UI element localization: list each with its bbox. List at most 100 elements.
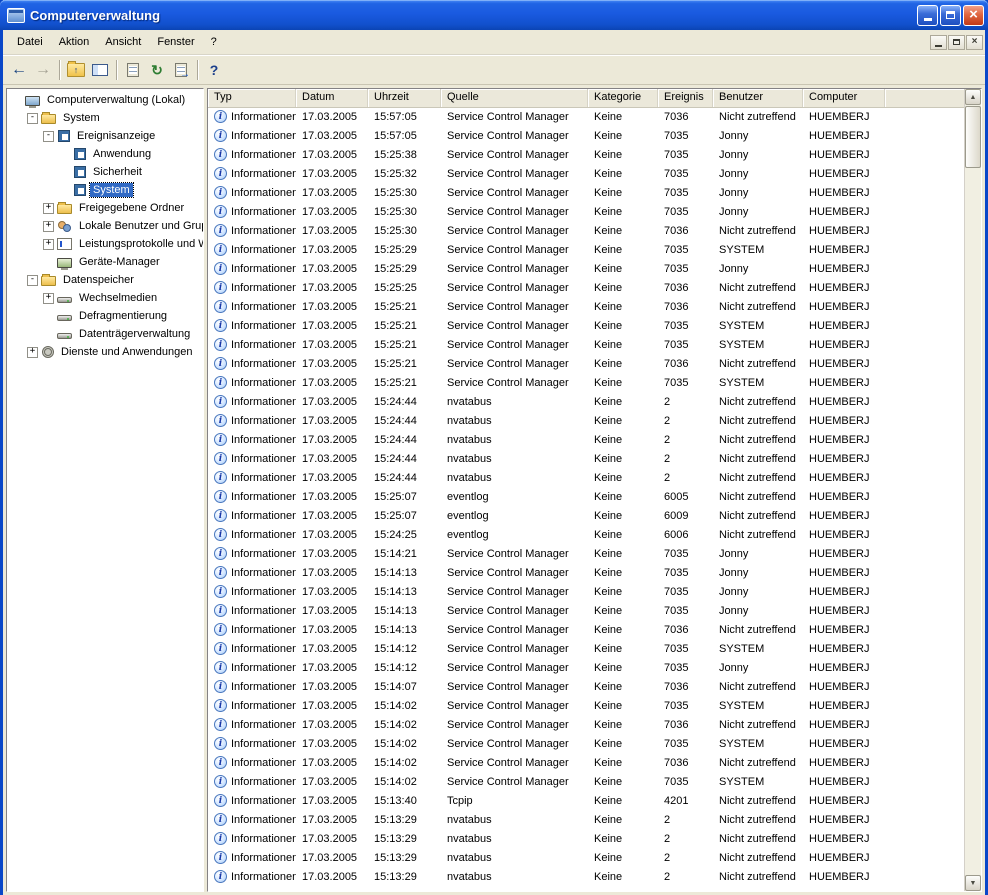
column-header-kategorie[interactable]: Kategorie (588, 89, 658, 107)
table-row[interactable]: i Informationen 17.03.2005 15:24:44 nvatabus… (208, 468, 964, 487)
restore-button[interactable] (940, 4, 961, 26)
expand-toggle-icon[interactable]: + (43, 202, 54, 214)
table-row[interactable]: i Informationen 17.03.2005 15:13:29 nvatabus… (208, 829, 964, 848)
tree-item-geraete-manager[interactable]: Geräte-Manager (7, 253, 203, 271)
table-row[interactable]: i Informationen 17.03.2005 15:14:02 Service … (208, 696, 964, 715)
export-list-button[interactable] (169, 59, 193, 82)
minimize-button[interactable] (917, 4, 938, 26)
expand-toggle-icon[interactable]: + (43, 238, 54, 250)
back-button[interactable]: ← (7, 59, 31, 82)
table-row[interactable]: i Informationen 17.03.2005 15:24:44 nvatabus… (208, 430, 964, 449)
table-row[interactable]: i Informationen 17.03.2005 15:14:07 Service … (208, 677, 964, 696)
table-row[interactable]: i Informationen 17.03.2005 15:24:25 eventlog… (208, 525, 964, 544)
column-header-uhrzeit[interactable]: Uhrzeit (368, 89, 441, 107)
cell-quelle: Service Control Manager (447, 243, 569, 256)
tree-item-datentraegerverwaltung[interactable]: Datenträgerverwaltung (7, 325, 203, 343)
tree-item-datenspeicher[interactable]: - Datenspeicher (7, 271, 203, 289)
tree-item-system[interactable]: - System (7, 109, 203, 127)
table-row[interactable]: i Informationen 17.03.2005 15:25:30 Service … (208, 202, 964, 221)
table-row[interactable]: i Informationen 17.03.2005 15:14:13 Service … (208, 620, 964, 639)
scroll-up-button[interactable]: ▲ (965, 89, 981, 105)
expand-toggle-icon[interactable]: + (43, 292, 54, 304)
tree-item-dienste-und-anwendungen[interactable]: + Dienste und Anwendungen (7, 343, 203, 361)
cell-benutzer: Jonny (719, 186, 749, 199)
column-header-ereignis[interactable]: Ereignis (658, 89, 713, 107)
tree-item-freigegebene-ordner[interactable]: + Freigegebene Ordner (7, 199, 203, 217)
table-row[interactable]: i Informationen 17.03.2005 15:13:29 nvatabus… (208, 848, 964, 867)
tree-item-lokale-benutzer-und-gruppen[interactable]: + Lokale Benutzer und Gruppen (7, 217, 203, 235)
table-row[interactable]: i Informationen 17.03.2005 15:25:29 Service … (208, 259, 964, 278)
tree-item-defragmentierung[interactable]: Defragmentierung (7, 307, 203, 325)
table-row[interactable]: i Informationen 17.03.2005 15:57:05 Service … (208, 126, 964, 145)
collapse-toggle-icon[interactable]: - (43, 130, 54, 142)
table-row[interactable]: i Informationen 17.03.2005 15:25:21 Service … (208, 297, 964, 316)
table-row[interactable]: i Informationen 17.03.2005 15:13:40 Tcpip Kei… (208, 791, 964, 810)
properties-button[interactable] (121, 59, 145, 82)
table-row[interactable]: i Informationen 17.03.2005 15:25:29 Service … (208, 240, 964, 259)
child-minimize-button[interactable] (930, 34, 947, 50)
collapse-toggle-icon[interactable]: - (27, 112, 38, 124)
cell-benutzer: Nicht zutreffend (719, 300, 796, 313)
table-row[interactable]: i Informationen 17.03.2005 15:13:29 nvatabus… (208, 867, 964, 886)
column-header-typ[interactable]: Typ (208, 89, 296, 107)
tree-item-wechselmedien[interactable]: + Wechselmedien (7, 289, 203, 307)
table-row[interactable]: i Informationen 17.03.2005 15:57:05 Service … (208, 107, 964, 126)
table-row[interactable]: i Informationen 17.03.2005 15:14:02 Service … (208, 715, 964, 734)
expand-toggle-icon[interactable]: + (27, 346, 38, 358)
table-row[interactable]: i Informationen 17.03.2005 15:14:13 Service … (208, 601, 964, 620)
collapse-toggle-icon[interactable]: - (27, 274, 38, 286)
tree-item-ereignisanzeige[interactable]: - Ereignisanzeige (7, 127, 203, 145)
tree-item-anwendung[interactable]: Anwendung (7, 145, 203, 163)
scrollbar-thumb[interactable] (965, 106, 981, 168)
table-row[interactable]: i Informationen 17.03.2005 15:25:21 Service … (208, 316, 964, 335)
table-row[interactable]: i Informationen 17.03.2005 15:25:30 Service … (208, 183, 964, 202)
up-button[interactable]: ↑ (64, 59, 88, 82)
table-row[interactable]: i Informationen 17.03.2005 15:25:21 Service … (208, 354, 964, 373)
table-row[interactable]: i Informationen 17.03.2005 15:25:32 Service … (208, 164, 964, 183)
table-row[interactable]: i Informationen 17.03.2005 15:14:13 Service … (208, 563, 964, 582)
table-row[interactable]: i Informationen 17.03.2005 15:24:44 nvatabus… (208, 449, 964, 468)
table-row[interactable]: i Informationen 17.03.2005 15:25:30 Service … (208, 221, 964, 240)
title-bar[interactable]: Computerverwaltung × (0, 0, 988, 30)
child-close-button[interactable]: × (966, 34, 983, 50)
table-row[interactable]: i Informationen 17.03.2005 15:14:21 Service … (208, 544, 964, 563)
menu-fenster[interactable]: Fenster (149, 33, 202, 51)
tree-item-leistungsprotokolle-und-warnungen[interactable]: + Leistungsprotokolle und Warnungen (7, 235, 203, 253)
table-row[interactable]: i Informationen 17.03.2005 15:14:02 Service … (208, 753, 964, 772)
table-row[interactable]: i Informationen 17.03.2005 15:24:44 nvatabus… (208, 411, 964, 430)
column-header-computer[interactable]: Computer (803, 89, 885, 107)
table-row[interactable]: i Informationen 17.03.2005 15:24:44 nvatabus… (208, 392, 964, 411)
table-row[interactable]: i Informationen 17.03.2005 15:25:07 eventlog… (208, 487, 964, 506)
table-row[interactable]: i Informationen 17.03.2005 15:25:21 Service … (208, 335, 964, 354)
table-row[interactable]: i Informationen 17.03.2005 15:25:38 Service … (208, 145, 964, 164)
menu-ansicht[interactable]: Ansicht (97, 33, 149, 51)
menu-aktion[interactable]: Aktion (51, 33, 98, 51)
table-row[interactable]: i Informationen 17.03.2005 15:14:02 Service … (208, 772, 964, 791)
table-row[interactable]: i Informationen 17.03.2005 15:14:13 Service … (208, 582, 964, 601)
event-type-label: Informationen (231, 528, 296, 541)
scroll-down-button[interactable]: ▼ (965, 875, 981, 891)
tree-item-computerverwaltung-lokal[interactable]: Computerverwaltung (Lokal) (7, 91, 203, 109)
tree-item-sicherheit[interactable]: Sicherheit (7, 163, 203, 181)
menu-help[interactable]: ? (203, 33, 225, 51)
table-row[interactable]: i Informationen 17.03.2005 15:25:21 Service … (208, 373, 964, 392)
show-tree-button[interactable] (88, 59, 112, 82)
close-button[interactable]: × (963, 4, 984, 26)
column-header-datum[interactable]: Datum (296, 89, 368, 107)
column-header-quelle[interactable]: Quelle (441, 89, 588, 107)
column-header-benutzer[interactable]: Benutzer (713, 89, 803, 107)
table-row[interactable]: i Informationen 17.03.2005 15:25:25 Service … (208, 278, 964, 297)
menu-datei[interactable]: Datei (9, 33, 51, 51)
vertical-scrollbar[interactable]: ▲ ▼ (964, 89, 981, 891)
table-row[interactable]: i Informationen 17.03.2005 15:14:12 Service … (208, 639, 964, 658)
refresh-button[interactable]: ↻ (145, 59, 169, 82)
child-restore-button[interactable] (948, 34, 965, 50)
table-row[interactable]: i Informationen 17.03.2005 15:14:12 Service … (208, 658, 964, 677)
table-row[interactable]: i Informationen 17.03.2005 15:13:29 nvatabus… (208, 810, 964, 829)
expand-toggle-icon[interactable]: + (43, 220, 54, 232)
tree-item-system[interactable]: System (7, 181, 203, 199)
help-button[interactable]: ? (202, 59, 226, 82)
table-row[interactable]: i Informationen 17.03.2005 15:25:07 eventlog… (208, 506, 964, 525)
table-row[interactable]: i Informationen 17.03.2005 15:14:02 Service … (208, 734, 964, 753)
forward-button[interactable]: → (31, 59, 55, 82)
